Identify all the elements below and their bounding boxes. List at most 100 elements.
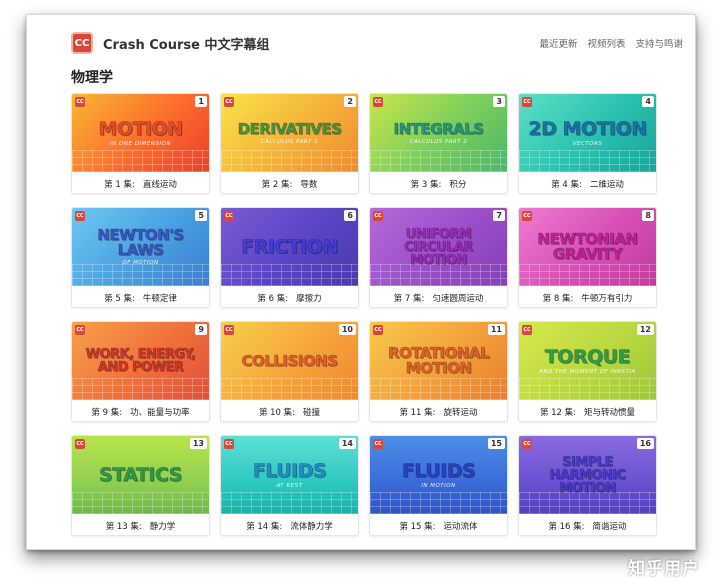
site-logo[interactable]: CC [71,32,93,54]
video-thumbnail[interactable]: CC 9 WORK, ENERGY, AND POWER [72,322,209,400]
video-card[interactable]: CC 11 ROTATIONAL MOTION 第 11 集: 旋转运动 [369,321,508,422]
video-thumbnail[interactable]: CC 1 MOTION IN ONE DIMENSION [72,94,209,172]
video-grid: CC 1 MOTION IN ONE DIMENSION 第 1 集: 直线运动 CC 2 DE… [71,93,657,536]
video-thumbnail[interactable]: CC 8 NEWTONIAN GRAVITY [519,208,656,286]
video-caption[interactable]: 第 15 集: 运动流体 [370,514,507,535]
video-thumbnail[interactable]: CC 4 2D MOTION VECTORS [519,94,656,172]
episode-number-badge: 2 [344,96,356,107]
thumbnail-floor-grid [519,150,656,172]
episode-name: 摩擦力 [296,293,322,304]
video-caption[interactable]: 第 9 集: 功、能量与功率 [72,400,209,421]
episode-name: 二维运动 [589,179,624,190]
video-card[interactable]: CC 16 SIMPLE HARMONIC MOTION 第 16 集: 简谐运动 [518,435,657,536]
thumbnail-subtitle: AT REST [276,482,303,489]
section-title: 物理学 [71,70,113,86]
video-thumbnail[interactable]: CC 2 DERIVATIVES CALCULUS PART 1 [221,94,358,172]
crash-course-badge-icon: CC [224,211,234,221]
video-caption[interactable]: 第 14 集: 流体静力学 [221,514,358,535]
video-card[interactable]: CC 6 FRICTION 第 6 集: 摩擦力 [220,207,359,308]
nav-video-list[interactable]: 视频列表 [587,36,625,50]
video-thumbnail[interactable]: CC 12 TORQUE AND THE MOMENT OF INERTIA [519,322,656,400]
video-caption[interactable]: 第 13 集: 静力学 [72,514,209,535]
video-caption[interactable]: 第 6 集: 摩擦力 [221,286,358,307]
thumbnail-title: INTEGRALS [393,119,484,138]
video-card[interactable]: CC 15 FLUIDS IN MOTION 第 15 集: 运动流体 [369,435,508,536]
episode-number-badge: 4 [642,96,654,107]
episode-number-badge: 11 [487,324,505,335]
video-card[interactable]: CC 3 INTEGRALS CALCULUS PART 2 第 3 集: 积分 [369,93,508,194]
crash-course-badge-icon: CC [522,325,532,335]
episode-name: 积分 [449,179,467,190]
crash-course-badge-icon: CC [522,211,532,221]
video-card[interactable]: CC 1 MOTION IN ONE DIMENSION 第 1 集: 直线运动 [71,93,210,194]
thumbnail-title: STATICS [99,463,183,486]
crash-course-badge-icon: CC [75,211,85,221]
thumbnail-floor-grid [72,378,209,400]
episode-number-badge: 8 [642,210,654,221]
crash-course-badge-icon: CC [224,97,234,107]
thumbnail-title: FLUIDS [401,459,476,482]
crash-course-badge-icon: CC [522,439,532,449]
thumbnail-title: MOTION [98,117,183,140]
video-thumbnail[interactable]: CC 10 COLLISIONS [221,322,358,400]
episode-label: 第 1 集: [104,179,135,190]
video-card[interactable]: CC 2 DERIVATIVES CALCULUS PART 1 第 2 集: 导数 [220,93,359,194]
thumbnail-title: FRICTION [241,235,339,258]
video-caption[interactable]: 第 16 集: 简谐运动 [519,514,656,535]
video-caption[interactable]: 第 2 集: 导数 [221,172,358,193]
crash-course-badge-icon: CC [373,439,383,449]
thumbnail-title: SIMPLE HARMONIC MOTION [549,454,626,496]
video-thumbnail[interactable]: CC 11 ROTATIONAL MOTION [370,322,507,400]
episode-number-badge: 3 [493,96,505,107]
video-caption[interactable]: 第 1 集: 直线运动 [72,172,209,193]
video-thumbnail[interactable]: CC 14 FLUIDS AT REST [221,436,358,514]
video-card[interactable]: CC 13 STATICS 第 13 集: 静力学 [71,435,210,536]
video-caption[interactable]: 第 4 集: 二维运动 [519,172,656,193]
video-card[interactable]: CC 10 COLLISIONS 第 10 集: 碰撞 [220,321,359,422]
episode-name: 匀速圆周运动 [432,293,484,304]
video-thumbnail[interactable]: CC 7 UNIFORM CIRCULAR MOTION [370,208,507,286]
episode-label: 第 4 集: [551,179,582,190]
thumbnail-subtitle: VECTORS [572,140,603,147]
thumbnail-title: NEWTONIAN GRAVITY [537,230,638,263]
video-thumbnail[interactable]: CC 15 FLUIDS IN MOTION [370,436,507,514]
episode-number-badge: 12 [636,324,654,335]
top-nav: 最近更新 视频列表 支持与鸣谢 [539,36,683,50]
video-caption[interactable]: 第 7 集: 匀速圆周运动 [370,286,507,307]
video-card[interactable]: CC 7 UNIFORM CIRCULAR MOTION 第 7 集: 匀速圆周运动 [369,207,508,308]
thumbnail-subtitle: CALCULUS PART 2 [409,138,468,145]
video-caption[interactable]: 第 8 集: 牛顿万有引力 [519,286,656,307]
video-caption[interactable]: 第 12 集: 矩与转动惯量 [519,400,656,421]
video-card[interactable]: CC 8 NEWTONIAN GRAVITY 第 8 集: 牛顿万有引力 [518,207,657,308]
episode-label: 第 6 集: [257,293,289,304]
video-card[interactable]: CC 4 2D MOTION VECTORS 第 4 集: 二维运动 [518,93,657,194]
crash-course-badge-icon: CC [75,97,85,107]
site-title[interactable]: Crash Course 中文字幕组 [103,34,269,53]
video-card[interactable]: CC 5 NEWTON'S LAWS OF MOTION 第 5 集: 牛顿定律 [71,207,210,308]
video-card[interactable]: CC 14 FLUIDS AT REST 第 14 集: 流体静力学 [220,435,359,536]
video-thumbnail[interactable]: CC 16 SIMPLE HARMONIC MOTION [519,436,656,514]
episode-number-badge: 6 [344,210,356,221]
thumbnail-floor-grid [370,378,507,400]
video-thumbnail[interactable]: CC 13 STATICS [72,436,209,514]
episode-name: 旋转运动 [443,407,478,418]
thumbnail-floor-grid [221,378,358,400]
thumbnail-floor-grid [519,264,656,286]
video-card[interactable]: CC 12 TORQUE AND THE MOMENT OF INERTIA 第 12 … [518,321,657,422]
episode-number-badge: 13 [189,438,207,449]
video-caption[interactable]: 第 10 集: 碰撞 [221,400,358,421]
video-caption[interactable]: 第 11 集: 旋转运动 [370,400,507,421]
video-thumbnail[interactable]: CC 6 FRICTION [221,208,358,286]
site-header: CC Crash Course 中文字幕组 最近更新 视频列表 支持与鸣谢 [71,30,683,56]
crash-course-badge-icon: CC [522,97,532,107]
thumbnail-title: TORQUE [544,345,631,368]
video-thumbnail[interactable]: CC 3 INTEGRALS CALCULUS PART 2 [370,94,507,172]
video-thumbnail[interactable]: CC 5 NEWTON'S LAWS OF MOTION [72,208,209,286]
video-caption[interactable]: 第 3 集: 积分 [370,172,507,193]
nav-recent-updates[interactable]: 最近更新 [539,36,577,50]
thumbnail-subtitle: CALCULUS PART 1 [260,138,319,145]
episode-label: 第 11 集: [399,407,436,418]
nav-support-thanks[interactable]: 支持与鸣谢 [635,36,683,50]
video-card[interactable]: CC 9 WORK, ENERGY, AND POWER 第 9 集: 功、能量与功率 [71,321,210,422]
video-caption[interactable]: 第 5 集: 牛顿定律 [72,286,209,307]
